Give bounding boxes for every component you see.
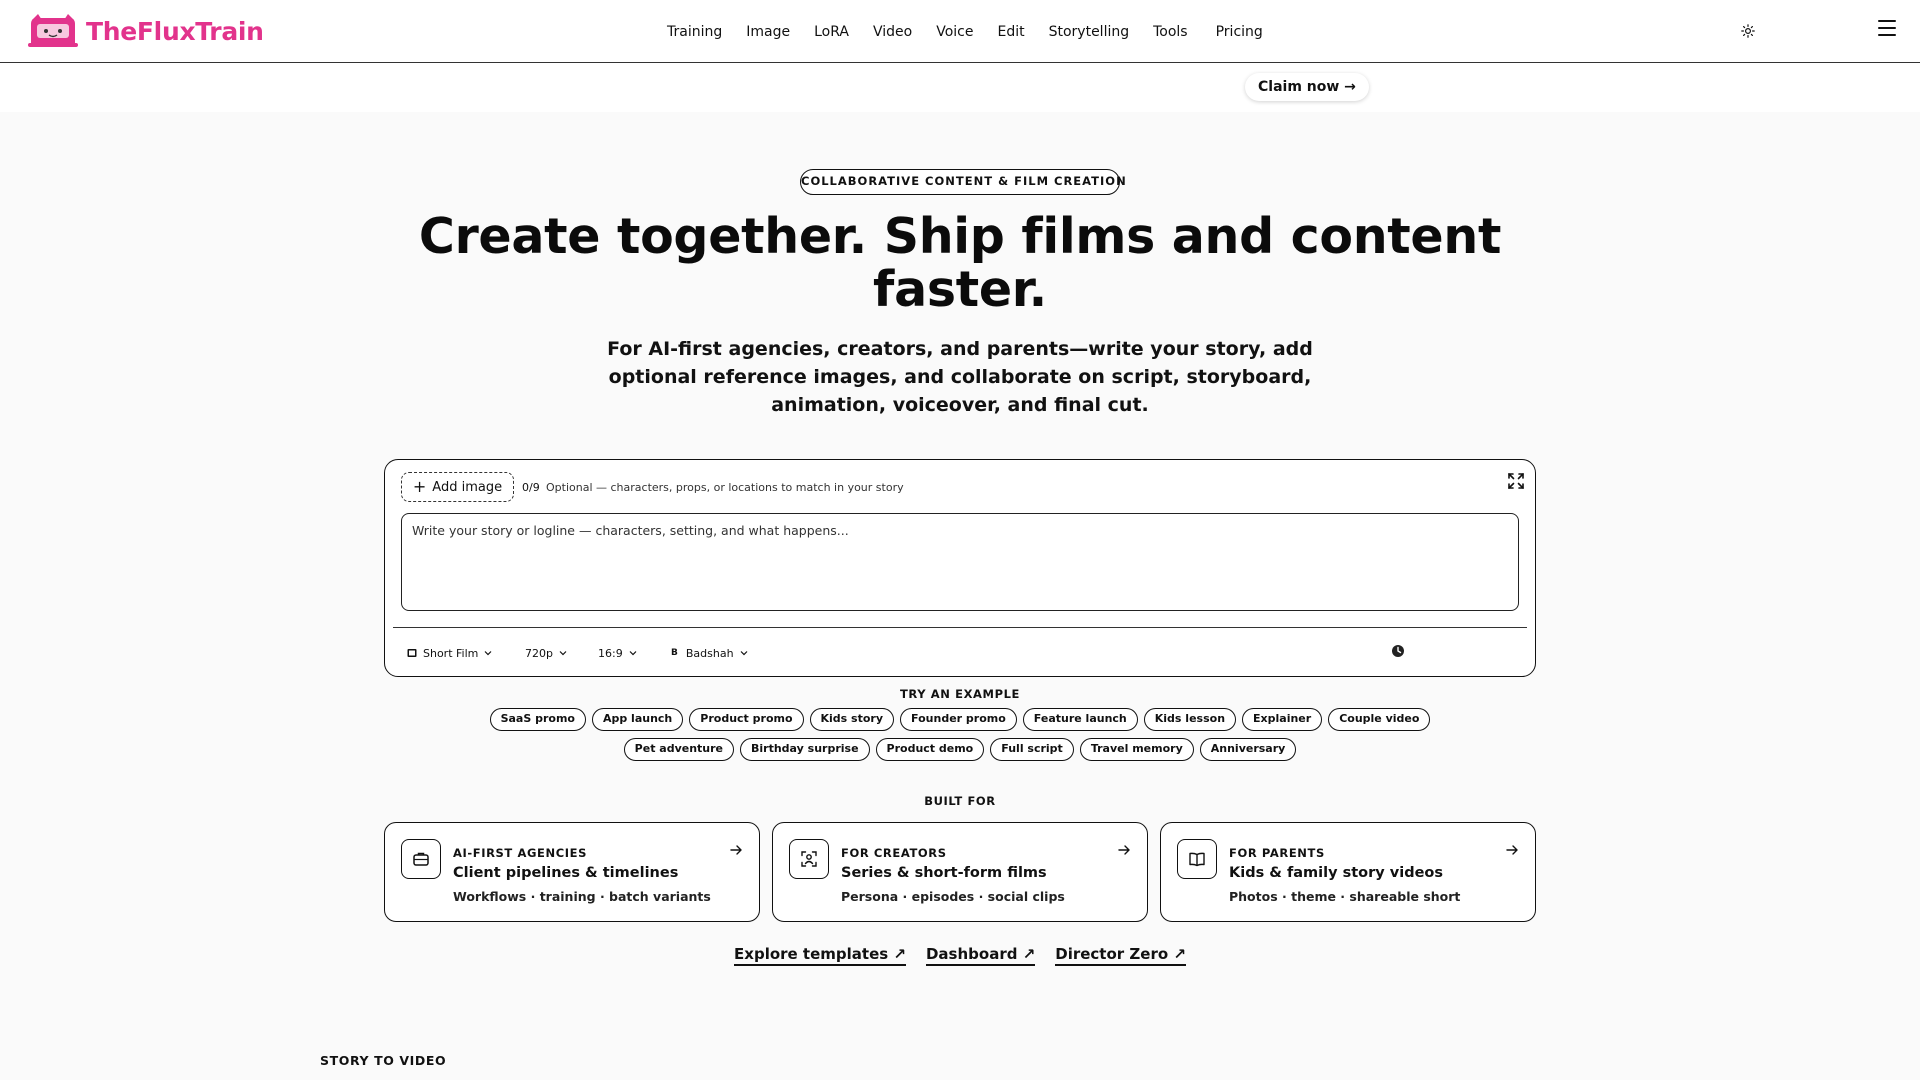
brand-logo[interactable]: TheFluxTrain — [28, 14, 264, 48]
menu-bar — [1878, 27, 1896, 29]
example-chip[interactable]: App launch — [591, 708, 684, 731]
resolution-select[interactable]: 720p — [525, 643, 567, 663]
arrow-right-icon — [1118, 845, 1130, 855]
card-title: Kids & family story videos — [1229, 865, 1444, 881]
aspect-ratio-select[interactable]: 16:9 — [598, 643, 637, 663]
claim-now-button[interactable]: Claim now → — [1245, 73, 1369, 101]
example-chip[interactable]: Kids lesson — [1143, 708, 1237, 731]
example-chip[interactable]: Explainer — [1242, 708, 1323, 731]
nav-tools[interactable]: Tools — [1153, 22, 1188, 42]
briefcase-icon — [401, 839, 441, 879]
image-count: 0/9 — [522, 481, 540, 494]
example-chips-row-2: Pet adventure Birthday surprise Product … — [0, 738, 1920, 761]
chevron-down-icon — [484, 651, 492, 656]
nav-video[interactable]: Video — [873, 22, 912, 42]
story-input[interactable] — [401, 513, 1519, 611]
hamburger-menu-button[interactable] — [1876, 18, 1898, 38]
nav-edit[interactable]: Edit — [997, 22, 1024, 42]
example-chip[interactable]: Product demo — [875, 738, 985, 761]
story-prompt-card: + Add image 0/9 Optional — characters, p… — [384, 459, 1536, 677]
example-chip[interactable]: Feature launch — [1022, 708, 1138, 731]
nav-image[interactable]: Image — [746, 22, 790, 42]
format-value: Short Film — [423, 646, 479, 660]
example-chip[interactable]: Founder promo — [900, 708, 1017, 731]
nav-pricing[interactable]: Pricing — [1216, 22, 1263, 42]
book-icon — [1177, 839, 1217, 879]
card-subtitle: Photos · theme · shareable short — [1229, 889, 1461, 904]
image-hint: Optional — characters, props, or locatio… — [546, 481, 904, 494]
card-title: Client pipelines & timelines — [453, 865, 679, 881]
resolution-value: 720p — [525, 646, 553, 660]
example-chip[interactable]: Full script — [990, 738, 1074, 761]
chevron-down-icon — [559, 651, 567, 656]
voice-select[interactable]: B Badshah — [671, 643, 748, 663]
try-example-label: TRY AN EXAMPLE — [899, 687, 1020, 701]
nav-storytelling[interactable]: Storytelling — [1049, 22, 1130, 42]
audience-card-parents[interactable]: FOR PARENTS Kids & family story videos P… — [1160, 822, 1536, 922]
card-kicker: FOR PARENTS — [1229, 846, 1325, 860]
history-clock-icon[interactable] — [1391, 644, 1405, 658]
example-chips-row-1: SaaS promo App launch Product promo Kids… — [0, 708, 1920, 731]
nav-training[interactable]: Training — [667, 22, 722, 42]
audience-card-creators[interactable]: FOR CREATORS Series & short-form films P… — [772, 822, 1148, 922]
add-image-button[interactable]: + Add image — [401, 472, 514, 502]
menu-bar — [1878, 20, 1896, 22]
quick-links: Explore templates ↗ Dashboard ↗ Director… — [0, 945, 1920, 966]
expand-icon[interactable] — [1507, 472, 1525, 490]
story-to-video-heading: STORY TO VIDEO — [320, 1053, 447, 1068]
train-logo-icon — [28, 14, 78, 47]
dashboard-link[interactable]: Dashboard ↗ — [925, 945, 1036, 966]
explore-templates-link[interactable]: Explore templates ↗ — [734, 945, 906, 966]
nav-voice[interactable]: Voice — [936, 22, 973, 42]
example-chip[interactable]: Anniversary — [1199, 738, 1297, 761]
example-chip[interactable]: Couple video — [1328, 708, 1431, 731]
card-kicker: AI-FIRST AGENCIES — [453, 846, 587, 860]
sun-icon — [1741, 24, 1755, 38]
hero-title: Create together. Ship films and content … — [418, 208, 1502, 318]
card-subtitle: Persona · episodes · social clips — [841, 889, 1065, 904]
brand-name: TheFluxTrain — [86, 16, 264, 46]
plus-icon: + — [412, 477, 427, 496]
hero-category-pill: COLLABORATIVE CONTENT & FILM CREATION — [800, 169, 1126, 195]
voice-value: Badshah — [685, 646, 734, 660]
film-icon — [407, 649, 417, 657]
example-chip[interactable]: Travel memory — [1079, 738, 1194, 761]
top-nav-bar: TheFluxTrain Training Image LoRA Video V… — [0, 0, 1920, 63]
arrow-right-icon — [1506, 845, 1518, 855]
theme-toggle-button[interactable] — [1739, 22, 1757, 40]
menu-bar — [1878, 34, 1896, 36]
person-scan-icon — [789, 839, 829, 879]
example-chip[interactable]: Kids story — [809, 708, 895, 731]
card-subtitle: Workflows · training · batch variants — [453, 889, 711, 904]
voice-badge: B — [671, 648, 678, 658]
chevron-down-icon — [629, 651, 637, 656]
chevron-down-icon — [740, 651, 747, 656]
nav-lora[interactable]: LoRA — [814, 22, 849, 42]
director-zero-link[interactable]: Director Zero ↗ — [1055, 945, 1186, 966]
arrow-right-icon — [730, 845, 742, 855]
example-chip[interactable]: Product promo — [689, 708, 804, 731]
audience-card-agencies[interactable]: AI-FIRST AGENCIES Client pipelines & tim… — [384, 822, 760, 922]
card-kicker: FOR CREATORS — [841, 846, 947, 860]
card-divider — [393, 627, 1527, 628]
example-chip[interactable]: Pet adventure — [623, 738, 735, 761]
main-nav: Training Image LoRA Video Voice Edit Sto… — [667, 22, 1287, 42]
card-title: Series & short-form films — [841, 865, 1047, 881]
aspect-ratio-value: 16:9 — [598, 646, 623, 660]
example-chip[interactable]: SaaS promo — [489, 708, 586, 731]
built-for-label: BUILT FOR — [924, 794, 996, 808]
hero-subtitle: For AI-first agencies, creators, and par… — [607, 338, 1313, 416]
add-image-label: Add image — [432, 479, 503, 495]
format-select[interactable]: Short Film — [407, 643, 492, 663]
example-chip[interactable]: Birthday surprise — [740, 738, 870, 761]
promo-banner: Claim now → — [0, 64, 1920, 112]
